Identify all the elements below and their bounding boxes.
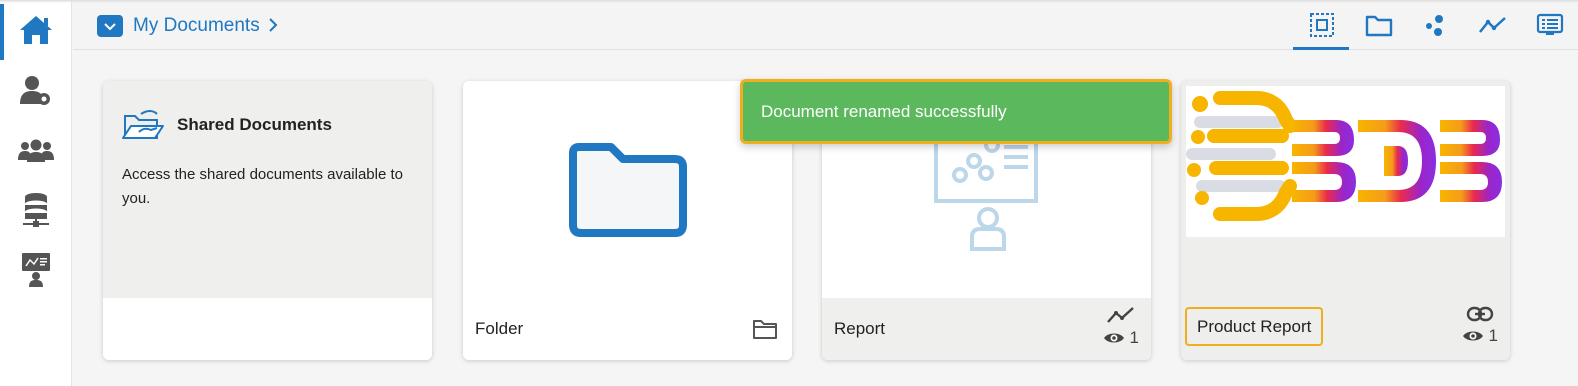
story-icon bbox=[1536, 13, 1563, 35]
folder-dropdown-icon[interactable] bbox=[97, 15, 123, 37]
folder-icon bbox=[1365, 15, 1392, 37]
users-group-icon bbox=[18, 139, 54, 162]
success-toast[interactable]: Document renamed successfully bbox=[740, 79, 1172, 144]
view-filter-toolbar bbox=[1293, 0, 1578, 50]
chevron-right-icon bbox=[268, 16, 278, 37]
card-body: Shared Documents Access the shared docum… bbox=[103, 81, 432, 298]
card-description: Access the shared documents available to… bbox=[122, 166, 403, 207]
view-count-value: 1 bbox=[1129, 328, 1139, 347]
shared-folder-icon bbox=[122, 110, 164, 139]
card-meta: 1 bbox=[1103, 306, 1139, 348]
view-count-value: 1 bbox=[1488, 326, 1498, 345]
view-stories-button[interactable] bbox=[1521, 0, 1578, 50]
card-meta: 1 bbox=[1462, 306, 1498, 346]
card-footer: Product Report 1 bbox=[1181, 298, 1510, 360]
link-icon bbox=[1466, 306, 1493, 322]
shared-header: Shared Documents bbox=[121, 108, 332, 142]
folder-thumbnail-icon bbox=[569, 143, 687, 237]
database-icon bbox=[23, 193, 49, 227]
card-footer: Folder bbox=[463, 298, 792, 360]
left-sidebar bbox=[0, 0, 72, 386]
sidebar-item-data[interactable] bbox=[0, 182, 72, 238]
breadcrumb: My Documents bbox=[97, 13, 278, 39]
breadcrumb-title[interactable]: My Documents bbox=[133, 15, 260, 37]
eye-icon bbox=[1462, 331, 1483, 341]
report-icon bbox=[1478, 17, 1506, 33]
folder-type-icon bbox=[753, 320, 777, 339]
toast-message: Document renamed successfully bbox=[761, 101, 1007, 121]
product-report-card[interactable]: Product Report 1 bbox=[1181, 81, 1510, 360]
all-items-icon bbox=[1309, 13, 1334, 37]
view-count: 1 bbox=[1103, 328, 1139, 348]
user-settings-icon bbox=[20, 76, 50, 105]
top-bar: My Documents bbox=[73, 0, 1578, 50]
card-footer: Report 1 bbox=[822, 298, 1151, 360]
dashboard-icon bbox=[1425, 15, 1443, 36]
shared-documents-card[interactable]: Shared Documents Access the shared docum… bbox=[103, 81, 432, 360]
view-dashboards-button[interactable] bbox=[1407, 0, 1464, 50]
view-folders-button[interactable] bbox=[1350, 0, 1407, 50]
eye-icon bbox=[1103, 333, 1124, 343]
home-icon bbox=[20, 16, 52, 44]
card-body bbox=[1181, 81, 1510, 298]
top-shadow bbox=[0, 0, 1578, 3]
card-title: Shared Documents bbox=[177, 115, 332, 134]
view-count: 1 bbox=[1462, 326, 1498, 346]
report-type-icon bbox=[1106, 307, 1134, 323]
sidebar-item-home[interactable] bbox=[0, 2, 72, 60]
app-root: My Documents Shared Documents Access the… bbox=[0, 0, 1578, 386]
sidebar-item-users[interactable] bbox=[0, 123, 72, 179]
card-name-editing[interactable]: Product Report bbox=[1185, 307, 1324, 346]
card-name[interactable]: Report bbox=[834, 319, 885, 339]
bdb-logo-image bbox=[1186, 91, 1502, 221]
sidebar-item-user-settings[interactable] bbox=[0, 63, 72, 119]
view-reports-button[interactable] bbox=[1464, 0, 1521, 50]
card-name[interactable]: Folder bbox=[475, 319, 523, 339]
product-logo bbox=[1186, 86, 1505, 237]
sidebar-item-presentation[interactable] bbox=[0, 242, 72, 298]
card-footer bbox=[103, 298, 432, 360]
view-all-button[interactable] bbox=[1293, 0, 1350, 50]
presentation-icon bbox=[22, 253, 50, 287]
